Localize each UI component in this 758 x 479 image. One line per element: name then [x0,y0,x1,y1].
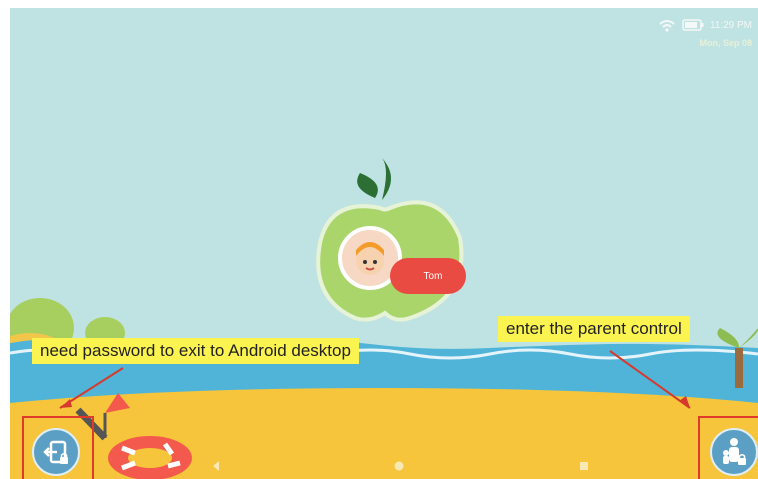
profile-name: Tom [423,270,443,282]
exit-lock-icon [43,440,68,464]
status-date: Mon, Sep 08 [699,38,752,48]
exit-annotation: need password to exit to Android desktop [32,338,359,364]
status-bar: 11:29 PM [658,18,752,32]
parent-control-button[interactable] [710,428,758,476]
exit-button[interactable] [32,428,80,476]
nav-home-icon[interactable] [393,460,405,472]
wifi-icon [659,20,675,32]
profile-name-pill[interactable]: Tom [390,258,466,294]
status-time: 11:29 PM [709,19,752,31]
parent-control-annotation: enter the parent control [498,316,690,342]
battery-icon [682,19,704,31]
kids-launcher-screen: 11:29 PM Mon, Sep 08 Tom need password t… [10,8,758,479]
parent-lock-icon [723,438,746,465]
nav-back-icon[interactable] [210,460,222,472]
nav-recent-icon[interactable] [578,460,590,472]
